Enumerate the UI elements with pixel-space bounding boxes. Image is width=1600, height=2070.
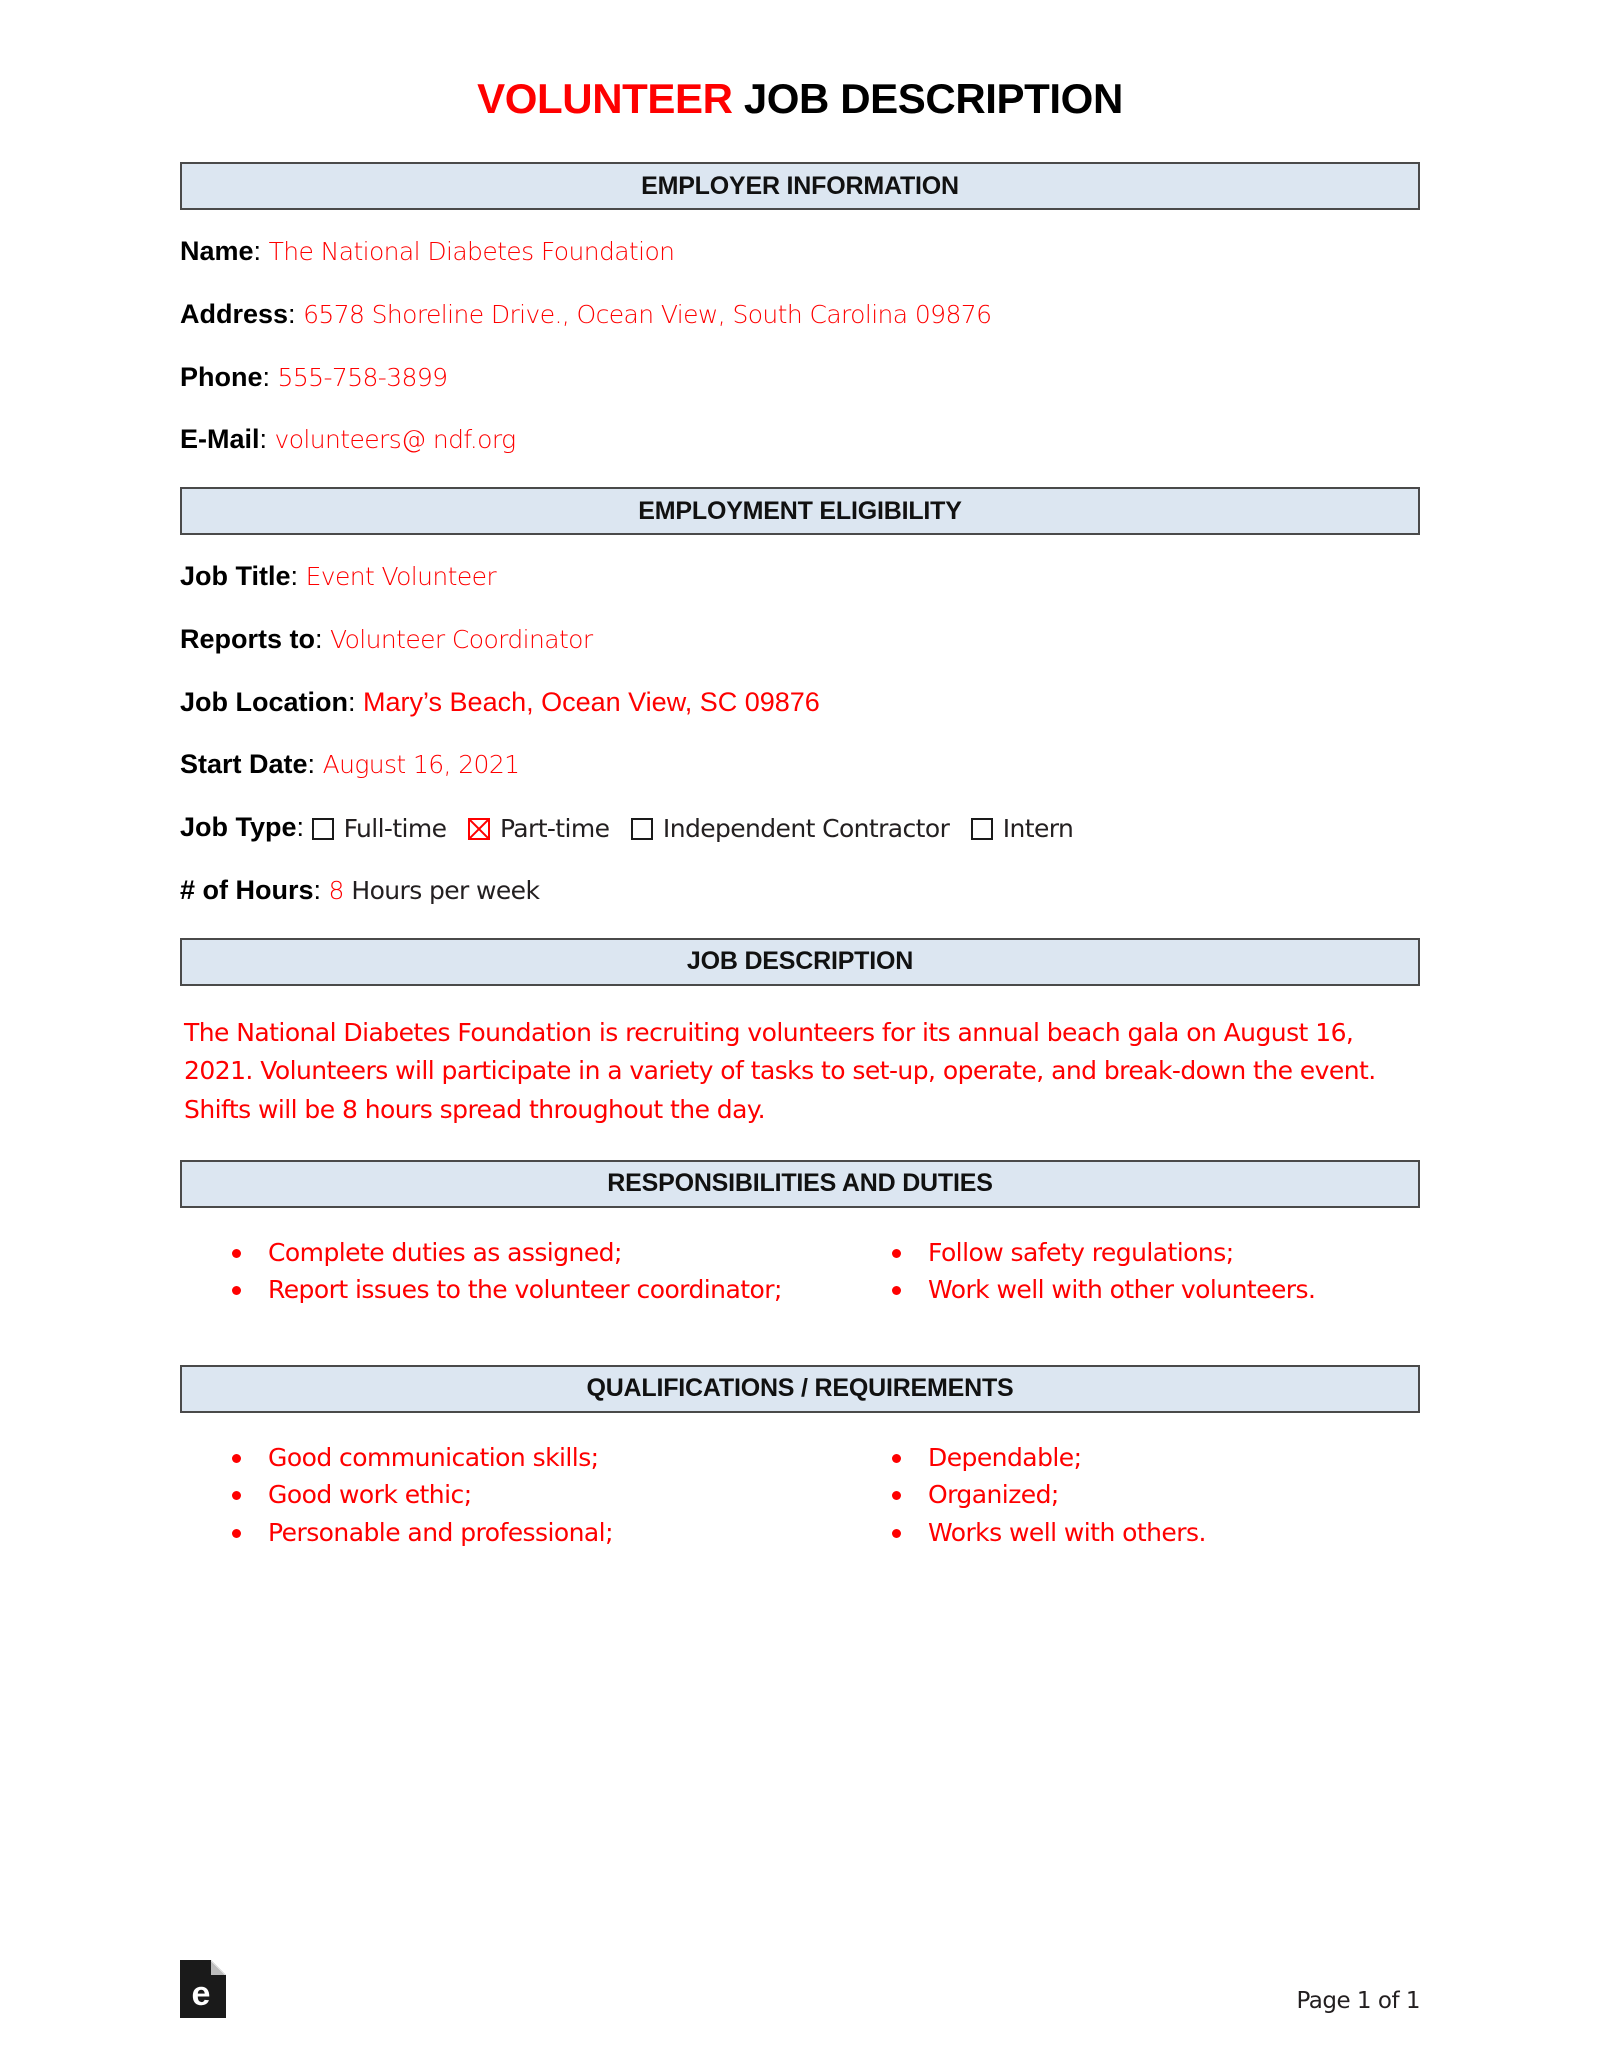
qualifications-right-column: Dependable; Organized; Works well with o… <box>822 1441 1420 1554</box>
checkbox-label: Part-time <box>499 814 610 844</box>
checkbox-label: Full-time <box>343 814 447 844</box>
field-value-phone: 555-758-3899 <box>277 362 449 392</box>
eforms-logo-icon: e <box>180 1960 226 2018</box>
section-header-employer-information: EMPLOYER INFORMATION <box>180 162 1420 211</box>
section-header-label: JOB DESCRIPTION <box>686 947 914 976</box>
page-footer: e Page 1 of 1 <box>180 1956 1420 2018</box>
list-item: Dependable; <box>884 1441 1420 1476</box>
field-label: Reports to <box>180 623 315 654</box>
field-separator: : <box>290 561 299 592</box>
field-separator: : <box>307 749 316 780</box>
field-label: # of Hours <box>180 874 314 905</box>
field-label: Name <box>180 236 254 267</box>
list-item: Good work ethic; <box>224 1478 822 1513</box>
field-separator: : <box>315 623 323 654</box>
checkbox-icon[interactable] <box>630 818 653 841</box>
list-item: Complete duties as assigned; <box>224 1236 822 1271</box>
field-row-job-location: Job Location: Mary’s Beach, Ocean View, … <box>180 671 1420 734</box>
field-value-start-date: August 16, 2021 <box>322 750 521 780</box>
field-row-job-title: Job Title: Event Volunteer <box>180 545 1420 608</box>
field-separator: : <box>288 298 296 329</box>
field-value-hours-number: 8 <box>328 875 345 905</box>
field-row-address: Address: 6578 Shoreline Drive., Ocean Vi… <box>180 283 1420 346</box>
qualifications-left-column: Good communication skills; Good work eth… <box>224 1441 822 1554</box>
section-header-label: RESPONSIBILITIES AND DUTIES <box>607 1169 993 1198</box>
field-label: Job Location <box>180 686 348 717</box>
list-item: Works well with others. <box>884 1516 1420 1551</box>
list-item: Work well with other volunteers. <box>884 1273 1420 1308</box>
responsibilities-left-column: Complete duties as assigned; Report issu… <box>224 1236 822 1311</box>
list-item: Report issues to the volunteer coordinat… <box>224 1273 822 1308</box>
section-header-label: EMPLOYMENT ELIGIBILITY <box>638 496 962 525</box>
section-header-label: EMPLOYER INFORMATION <box>641 171 959 200</box>
checkbox-option-part-time[interactable]: Part-time <box>467 813 610 844</box>
field-value-job-title: Event Volunteer <box>305 562 497 592</box>
section-header-responsibilities-and-duties: RESPONSIBILITIES AND DUTIES <box>180 1159 1420 1208</box>
section-header-employment-eligibility: EMPLOYMENT ELIGIBILITY <box>180 487 1420 536</box>
checkbox-label: Independent Contractor <box>662 814 950 844</box>
list-item: Personable and professional; <box>224 1516 822 1551</box>
field-separator: : <box>348 686 356 717</box>
checkbox-checked-icon[interactable] <box>467 818 490 841</box>
responsibilities-right-list: Follow safety regulations; Work well wit… <box>884 1236 1420 1308</box>
list-item: Good communication skills; <box>224 1441 822 1476</box>
field-value-hours-unit: Hours per week <box>351 875 540 905</box>
field-row-email: E-Mail: volunteers@ ndf.org <box>180 408 1420 471</box>
field-value-name: The National Diabetes Foundation <box>268 237 675 267</box>
field-row-job-type: Job Type: Full-time Part-time Independen… <box>180 796 1420 859</box>
checkbox-icon[interactable] <box>970 818 993 841</box>
document-content: VOLUNTEER JOB DESCRIPTION EMPLOYER INFOR… <box>180 0 1420 1553</box>
job-type-checkbox-group: Full-time Part-time Independent Contract… <box>311 812 1088 844</box>
qualifications-columns: Good communication skills; Good work eth… <box>180 1441 1420 1554</box>
section-header-job-description: JOB DESCRIPTION <box>180 937 1420 986</box>
field-value-job-location: Mary’s Beach, Ocean View, SC 09876 <box>363 686 820 717</box>
field-separator: : <box>313 874 322 905</box>
checkbox-icon[interactable] <box>311 818 334 841</box>
responsibilities-right-column: Follow safety regulations; Work well wit… <box>822 1236 1420 1311</box>
field-value-email: volunteers@ ndf.org <box>274 425 517 455</box>
qualifications-right-list: Dependable; Organized; Works well with o… <box>884 1441 1420 1551</box>
field-label: Job Type <box>180 812 297 843</box>
field-row-phone: Phone: 555-758-3899 <box>180 346 1420 409</box>
field-label: Address <box>180 298 289 329</box>
field-value-reports-to: Volunteer Coordinator <box>330 624 593 654</box>
page-title-rest: JOB DESCRIPTION <box>732 75 1123 122</box>
field-separator: : <box>296 812 305 843</box>
section-header-label: QUALIFICATIONS / REQUIREMENTS <box>586 1374 1014 1403</box>
page-indicator: Page 1 of 1 <box>1296 1988 1420 2014</box>
list-item: Follow safety regulations; <box>884 1236 1420 1271</box>
job-description-body: The National Diabetes Foundation is recr… <box>184 1017 1376 1125</box>
field-separator: : <box>259 424 268 455</box>
field-row-name: Name: The National Diabetes Foundation <box>180 220 1420 283</box>
document-page: VOLUNTEER JOB DESCRIPTION EMPLOYER INFOR… <box>0 0 1600 2070</box>
responsibilities-columns: Complete duties as assigned; Report issu… <box>180 1236 1420 1311</box>
field-label: Start Date <box>180 749 308 780</box>
qualifications-left-list: Good communication skills; Good work eth… <box>224 1441 822 1551</box>
list-item: Organized; <box>884 1478 1420 1513</box>
checkbox-label: Intern <box>1002 814 1074 844</box>
page-title-highlight: VOLUNTEER <box>477 75 733 122</box>
checkbox-option-independent-contractor[interactable]: Independent Contractor <box>630 813 950 844</box>
svg-text:e: e <box>192 1975 211 2013</box>
responsibilities-left-list: Complete duties as assigned; Report issu… <box>224 1236 822 1308</box>
field-separator: : <box>262 361 271 392</box>
field-label: E-Mail <box>180 424 260 455</box>
checkbox-option-full-time[interactable]: Full-time <box>311 813 447 844</box>
checkbox-option-intern[interactable]: Intern <box>970 813 1074 844</box>
section-header-qualifications-requirements: QUALIFICATIONS / REQUIREMENTS <box>180 1364 1420 1413</box>
field-value-address: 6578 Shoreline Drive., Ocean View, South… <box>303 299 992 329</box>
field-separator: : <box>253 236 262 267</box>
field-label: Phone <box>180 361 263 392</box>
page-title: VOLUNTEER JOB DESCRIPTION <box>180 75 1420 122</box>
field-label: Job Title <box>180 561 291 592</box>
field-row-reports-to: Reports to: Volunteer Coordinator <box>180 608 1420 671</box>
field-row-start-date: Start Date: August 16, 2021 <box>180 733 1420 796</box>
field-row-hours: # of Hours: 8 Hours per week <box>180 859 1420 922</box>
